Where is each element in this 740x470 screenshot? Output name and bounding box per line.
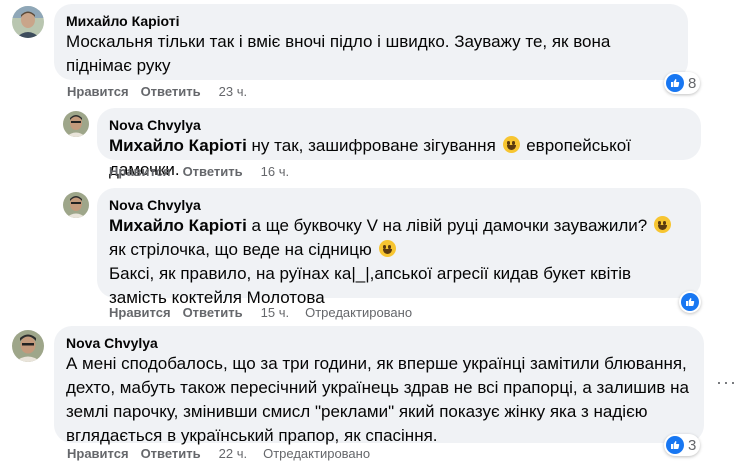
reply-bubble: Nova Chvylya Михайло Каріоті ну так, заш… — [97, 108, 701, 179]
timestamp[interactable]: 23 ч. — [219, 84, 247, 100]
reaction-count[interactable]: 8 — [664, 72, 701, 94]
timestamp[interactable]: 16 ч. — [261, 164, 289, 180]
comment-author[interactable]: Nova Chvylya — [109, 116, 689, 134]
reply-button[interactable]: Ответить — [183, 305, 243, 321]
comment-actions: Нравится Ответить 22 ч. Отредактировано — [67, 446, 370, 462]
comment-author[interactable]: Nova Chvylya — [66, 334, 692, 352]
like-icon — [666, 436, 684, 454]
avatar[interactable] — [12, 330, 44, 362]
timestamp[interactable]: 15 ч. — [261, 305, 289, 321]
like-icon — [681, 293, 699, 311]
grinning-emoji-icon — [502, 136, 520, 153]
reply-button[interactable]: Ответить — [183, 164, 243, 180]
like-button[interactable]: Нравится — [67, 84, 129, 100]
avatar[interactable] — [63, 192, 89, 218]
comment-actions: Нравится Ответить 23 ч. — [67, 84, 247, 100]
like-button[interactable]: Нравится — [109, 164, 171, 180]
comment-text: Москальня тільки так і вміє вночі підло … — [66, 32, 611, 75]
comment-actions: Нравится Ответить 16 ч. — [109, 164, 289, 180]
like-button[interactable]: Нравится — [109, 305, 171, 321]
edited-label[interactable]: Отредактировано — [305, 305, 412, 321]
avatar[interactable] — [12, 6, 44, 38]
comment-actions: Нравится Ответить 15 ч. Отредактировано — [109, 305, 412, 321]
reaction-count[interactable] — [679, 291, 701, 313]
more-options-icon[interactable]: ··· — [716, 372, 737, 393]
comment-text: Баксі, як правило, на руїнах ка|_|,апськ… — [109, 264, 632, 307]
mention-link[interactable]: Михайло Каріоті — [109, 136, 247, 155]
reply-button[interactable]: Ответить — [141, 446, 201, 462]
timestamp[interactable]: 22 ч. — [219, 446, 247, 462]
mention-link[interactable]: Михайло Каріоті — [109, 216, 247, 235]
like-button[interactable]: Нравится — [67, 446, 129, 462]
comment-bubble: Nova Chvylya А мені сподобалось, що за т… — [54, 326, 704, 445]
avatar[interactable] — [63, 111, 89, 137]
edited-label[interactable]: Отредактировано — [263, 446, 370, 462]
comment-text: А мені сподобалось, що за три години, як… — [66, 354, 689, 445]
grinning-emoji-icon — [378, 240, 396, 257]
reply-button[interactable]: Ответить — [141, 84, 201, 100]
grinning-emoji-icon — [653, 216, 671, 233]
reaction-count[interactable]: 3 — [664, 434, 701, 456]
like-icon — [666, 74, 684, 92]
comment-bubble: Михайло Каріоті Москальня тільки так і в… — [54, 4, 688, 80]
reply-bubble: Nova Chvylya Михайло Каріоті а ще буквоч… — [97, 188, 701, 307]
comment-author[interactable]: Михайло Каріоті — [66, 12, 676, 30]
comment-author[interactable]: Nova Chvylya — [109, 196, 689, 214]
comment-text: Михайло Каріоті а ще буквочку V на лівій… — [109, 214, 689, 262]
